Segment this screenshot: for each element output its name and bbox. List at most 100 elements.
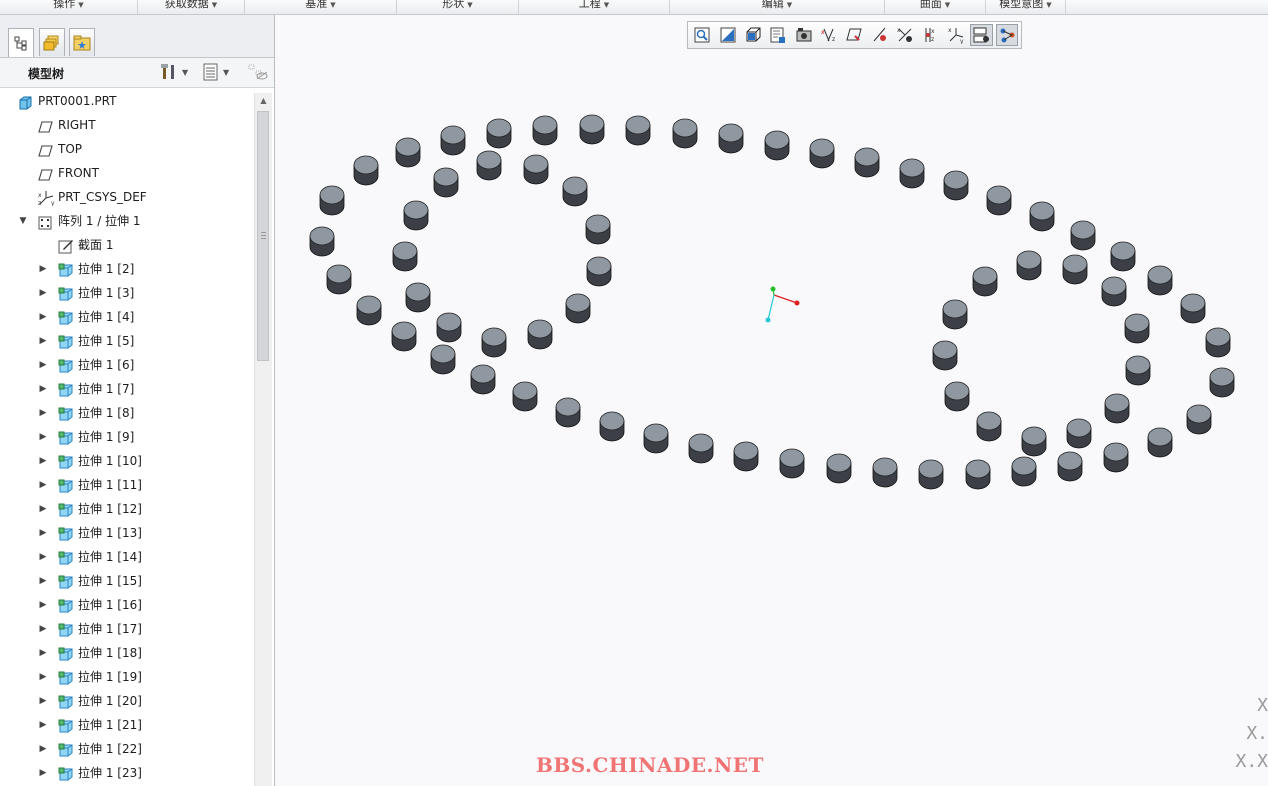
scroll-up-arrow-icon[interactable]: ▲ <box>255 93 272 109</box>
extruded-cylinder[interactable] <box>826 453 852 484</box>
extruded-cylinder[interactable] <box>555 397 581 428</box>
model-canvas[interactable] <box>275 15 1268 786</box>
annotation-display-button[interactable] <box>995 24 1019 46</box>
extruded-cylinder[interactable] <box>319 185 345 216</box>
extruded-cylinder[interactable] <box>733 441 759 472</box>
extruded-cylinder[interactable] <box>643 423 669 454</box>
extruded-cylinder[interactable] <box>1103 442 1129 473</box>
ribbon-group-5[interactable]: 编辑 ▼ <box>670 0 885 14</box>
extruded-cylinder[interactable] <box>1016 250 1042 281</box>
extruded-cylinder[interactable] <box>579 114 605 145</box>
tree-item[interactable]: ▶ 拉伸 1 [23] <box>0 761 254 785</box>
extruded-cylinder[interactable] <box>943 170 969 201</box>
expand-arrow-icon[interactable]: ▶ <box>38 353 48 377</box>
tab-folder-browser[interactable] <box>39 28 65 56</box>
tree-item[interactable]: ▶ 拉伸 1 [14] <box>0 545 254 569</box>
graphics-window[interactable]: xzxxzxy BBS.CHINADE.NET X X. X.X <box>275 15 1268 786</box>
ribbon-group-0[interactable]: 操作 ▼ <box>0 0 138 14</box>
extruded-cylinder[interactable] <box>942 299 968 330</box>
extruded-cylinder[interactable] <box>1180 293 1206 324</box>
expand-arrow-icon[interactable]: ▶ <box>38 641 48 665</box>
extruded-cylinder[interactable] <box>391 321 417 352</box>
expand-arrow-icon[interactable]: ▶ <box>38 569 48 593</box>
tree-item[interactable]: ▶ 拉伸 1 [12] <box>0 497 254 521</box>
tree-item[interactable]: ▶ 拉伸 1 [2] <box>0 257 254 281</box>
extruded-cylinder[interactable] <box>585 214 611 245</box>
tree-item[interactable]: RIGHT <box>0 113 254 137</box>
tree-item[interactable]: ▶ 拉伸 1 [21] <box>0 713 254 737</box>
extruded-cylinder[interactable] <box>512 381 538 412</box>
extruded-cylinder[interactable] <box>523 154 549 185</box>
tree-item[interactable]: x y z PRT_CSYS_DEF <box>0 185 254 209</box>
extruded-cylinder[interactable] <box>1057 451 1083 482</box>
tree-item[interactable]: ▶ 拉伸 1 [20] <box>0 689 254 713</box>
expand-arrow-icon[interactable]: ▶ <box>38 521 48 545</box>
extruded-cylinder[interactable] <box>809 138 835 169</box>
ribbon-group-6[interactable]: 曲面 ▼ <box>885 0 986 14</box>
extruded-cylinder[interactable] <box>944 381 970 412</box>
expand-arrow-icon[interactable]: ▶ <box>38 593 48 617</box>
tree-item[interactable]: ▶ 拉伸 1 [17] <box>0 617 254 641</box>
tree-item[interactable]: ▶ 拉伸 1 [18] <box>0 641 254 665</box>
extruded-cylinder[interactable] <box>918 459 944 490</box>
extruded-cylinder[interactable] <box>403 200 429 231</box>
extruded-cylinder[interactable] <box>481 327 507 358</box>
refit-button[interactable] <box>691 24 713 46</box>
extruded-cylinder[interactable] <box>599 411 625 442</box>
tree-item[interactable]: PRT0001.PRT <box>0 89 254 113</box>
expand-arrow-icon[interactable]: ▶ <box>38 689 48 713</box>
tab-model-tree[interactable] <box>8 28 34 57</box>
extruded-cylinder[interactable] <box>1110 241 1136 272</box>
extruded-cylinder[interactable] <box>854 147 880 178</box>
ribbon-group-7[interactable]: 模型意图 ▼ <box>986 0 1066 14</box>
tree-item[interactable]: ▶ 拉伸 1 [11] <box>0 473 254 497</box>
extruded-cylinder[interactable] <box>562 176 588 207</box>
ribbon-group-3[interactable]: 形状 ▼ <box>397 0 519 14</box>
expand-arrow-icon[interactable]: ▶ <box>38 305 48 329</box>
extruded-cylinder[interactable] <box>1209 367 1235 398</box>
extruded-cylinder[interactable] <box>1205 327 1231 358</box>
expand-arrow-icon[interactable]: ▶ <box>38 425 48 449</box>
tree-item[interactable]: ▶ 拉伸 1 [7] <box>0 377 254 401</box>
tree-item[interactable]: TOP <box>0 137 254 161</box>
expand-arrow-icon[interactable]: ▶ <box>38 713 48 737</box>
extruded-cylinder[interactable] <box>672 118 698 149</box>
extruded-cylinder[interactable] <box>309 226 335 257</box>
extruded-cylinder[interactable] <box>1062 254 1088 285</box>
expand-arrow-icon[interactable]: ▶ <box>38 497 48 521</box>
extruded-cylinder[interactable] <box>1147 265 1173 296</box>
ribbon-group-2[interactable]: 基准 ▼ <box>245 0 397 14</box>
extruded-cylinder[interactable] <box>1186 404 1212 435</box>
model-tree-scrollbar[interactable]: ▲ <box>254 93 272 786</box>
expand-arrow-icon[interactable]: ▶ <box>38 329 48 353</box>
expand-arrow-icon[interactable]: ▶ <box>38 257 48 281</box>
tree-item[interactable]: ▶ 拉伸 1 [8] <box>0 401 254 425</box>
extruded-cylinder[interactable] <box>1104 393 1130 424</box>
extruded-cylinder[interactable] <box>405 282 431 313</box>
saved-orientations-button[interactable]: xz <box>818 24 840 46</box>
extruded-cylinder[interactable] <box>972 266 998 297</box>
extruded-cylinder[interactable] <box>486 118 512 149</box>
extruded-cylinder[interactable] <box>965 459 991 490</box>
tree-settings-button[interactable]: ▼ <box>160 63 188 81</box>
extruded-cylinder[interactable] <box>395 137 421 168</box>
extruded-cylinder[interactable] <box>470 364 496 395</box>
extruded-cylinder[interactable] <box>392 241 418 272</box>
expand-arrow-icon[interactable]: ▶ <box>38 377 48 401</box>
collapse-arrow-icon[interactable]: ▼ <box>18 209 28 233</box>
expand-arrow-icon[interactable]: ▶ <box>38 473 48 497</box>
extruded-cylinder[interactable] <box>1101 276 1127 307</box>
extruded-cylinder[interactable] <box>430 344 456 375</box>
tree-item[interactable]: ▶ 拉伸 1 [15] <box>0 569 254 593</box>
extruded-cylinder[interactable] <box>779 448 805 479</box>
ribbon-group-4[interactable]: 工程 ▼ <box>519 0 670 14</box>
tree-item[interactable]: ▶ 拉伸 1 [3] <box>0 281 254 305</box>
expand-arrow-icon[interactable]: ▶ <box>38 545 48 569</box>
extruded-cylinder[interactable] <box>326 264 352 295</box>
extruded-cylinder[interactable] <box>476 150 502 181</box>
expand-arrow-icon[interactable]: ▶ <box>38 617 48 641</box>
extruded-cylinder[interactable] <box>688 433 714 464</box>
extruded-cylinder[interactable] <box>1147 427 1173 458</box>
tree-filter-button[interactable] <box>248 63 268 81</box>
extruded-cylinder[interactable] <box>764 130 790 161</box>
